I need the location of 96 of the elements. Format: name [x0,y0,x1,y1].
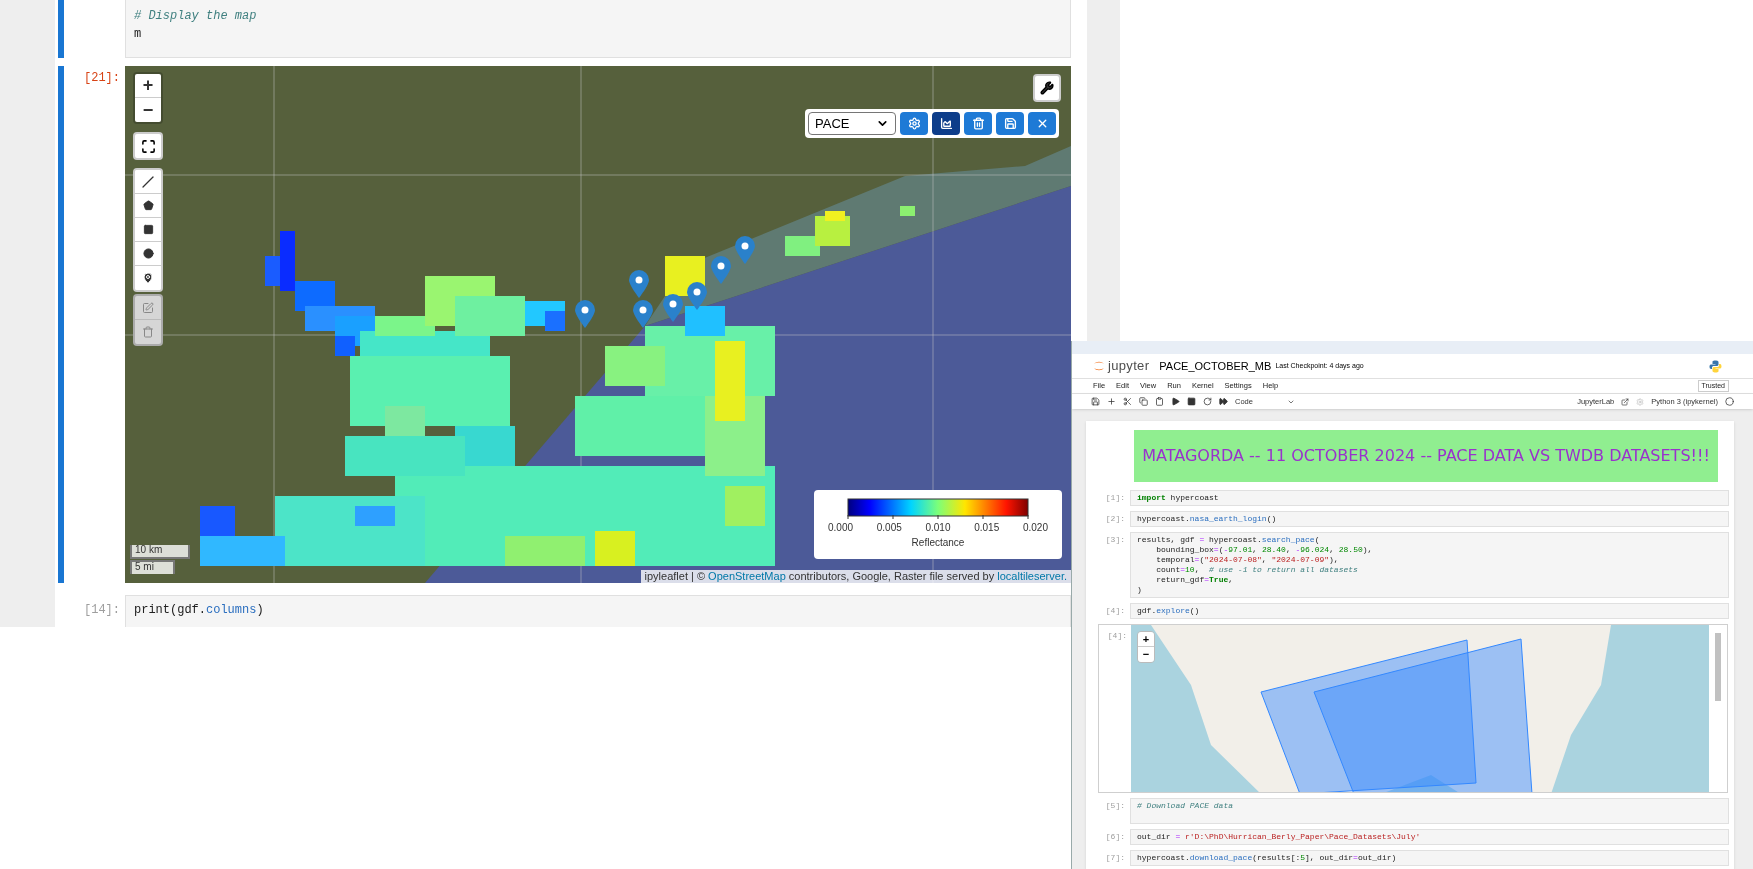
code-line: # Display the map [134,8,257,25]
circle-icon [142,248,154,259]
banner-title: MATAGORDA -- 11 OCTOBER 2024 -- PACE DATA VS TWDB DATASETS!!! [1142,445,1710,467]
toolbar-button[interactable] [1028,112,1056,135]
code-line: gdf.explore() [1137,606,1200,616]
code-cell[interactable]: # Display the map m [125,0,1071,58]
cell-prompt: [2]: [1105,514,1125,525]
toolbar-button[interactable] [900,112,928,135]
code-line: count=10, # use -1 to return all datasets [1155,565,1358,575]
map-attribution: ipyleaflet | © OpenStreetMap contributors, Google, Raster file served by localtileserver. [640,570,1071,583]
cell-prompt: [5]: [1105,801,1125,812]
map-pin-icon[interactable] [633,300,653,328]
code-line: m [134,26,142,43]
cell-prompt: [3]: [1105,535,1125,546]
attribution-link[interactable]: localtileserver. [997,570,1067,582]
map-pin-icon[interactable] [687,282,707,310]
code-cell[interactable]: hypercoast.download_pace(results[:5], out_dir=out_dir) [1130,850,1729,866]
cell-prompt: [7]: [1105,853,1125,864]
edit-icon [142,301,154,314]
legend-tick-label: 0.020 [1022,521,1048,535]
code-cell[interactable]: gdf.explore() [1130,603,1729,619]
map-pin-icon[interactable] [663,294,683,322]
line-icon [142,175,154,188]
marker-icon [142,272,154,284]
map-pin-icon[interactable] [575,300,595,328]
gear-icon [907,117,921,130]
code-line: import hypercoast [1137,493,1219,503]
scale-bar: 5 mi [130,560,175,574]
code-line: print(gdf.columns) [134,602,264,619]
trash-icon [971,117,985,130]
code-cell[interactable]: import hypercoast [1130,490,1729,506]
square-icon [142,224,154,235]
zoom-in-button[interactable]: + [1138,632,1154,647]
code-line: results, gdf = hypercoast.search_pace( [1137,535,1320,545]
legend-tick-label: 0.000 [828,521,854,535]
trash-icon [142,326,154,338]
save-icon[interactable] [1091,397,1100,406]
code-line: return_gdf=True, [1155,575,1234,585]
wrench-button[interactable] [1033,74,1061,102]
fullscreen-button[interactable] [133,132,163,160]
map-pin-icon[interactable] [629,270,649,298]
save-icon [1003,117,1017,130]
raster-patch [900,206,915,216]
gear-icon [1636,397,1645,406]
code-line: out_dir = r'D:\PhD\Hurrican_Berly_Paper\Pace_Datasets\July' [1137,832,1421,842]
scale-bar: 10 km [130,545,190,559]
fullscreen-icon [140,138,156,154]
zoom-out-button[interactable]: − [135,98,161,122]
play-icon[interactable] [1171,397,1180,406]
code-cell[interactable]: hypercoast.nasa_earth_login() [1130,511,1729,527]
pentagon-icon [142,200,154,211]
layer-select[interactable]: PACE [808,112,896,135]
code-cell[interactable]: # Download PACE data [1130,798,1729,824]
code-cell[interactable]: out_dir = r'D:\PhD\Hurrican_Berly_Paper\Pace_Datasets\July' [1130,829,1729,845]
external-link-icon [1621,397,1630,406]
zoom-in-button[interactable]: + [135,74,161,98]
logo-text: jupyter [1108,357,1150,376]
plus-icon[interactable] [1107,397,1116,406]
cell-prompt: [1]: [1105,493,1125,504]
jupyter-logo-icon [1093,359,1105,373]
map-pin-icon[interactable] [711,256,731,284]
cell-prompt: [4]: [1107,630,1127,642]
scissors-icon[interactable] [1123,397,1132,406]
attribution-link[interactable]: OpenStreetMap [708,570,786,582]
copy-icon[interactable] [1139,397,1148,406]
cell-prompt: [4]: [1105,606,1125,617]
legend-tick-label: 0.005 [876,521,902,535]
code-cell[interactable]: print(gdf.columns) [125,595,1071,627]
scrollbar-thumb[interactable] [1715,633,1721,701]
area-chart-icon [939,117,953,130]
code-line: bounding_box=(-97.01, 28.40, -96.024, 28.50), [1155,545,1373,555]
toolbar-button[interactable] [932,112,960,135]
python-logo-icon [1709,359,1722,373]
fast-forward-icon[interactable] [1219,397,1228,406]
code-cell[interactable]: results, gdf = hypercoast.search_pace( bounding_box=(-97.01, 28.40, -96.024, 28.50), temporal=("2024-07-08", "2024-07-09"), count=10, # use -1 to return all datasets return_gdf=True, ) [1130,532,1729,598]
code-line: temporal=("2024-07-08", "2024-07-09"), [1155,555,1339,565]
toolbar-button[interactable] [996,112,1024,135]
code-line: hypercoast.download_pace(results[:5], out_dir=out_dir) [1137,853,1397,863]
code-line: # Download PACE data [1137,801,1233,811]
zoom-out-button[interactable]: − [1138,647,1154,662]
legend-tick-label: 0.015 [974,521,1000,535]
restart-icon[interactable] [1203,397,1212,406]
cell-prompt: [14]: [84,602,120,619]
notebook-name[interactable]: PACE_OCTOBER_MB [1159,357,1272,375]
output-prompt: [21]: [84,70,120,87]
clipboard-icon[interactable] [1155,397,1164,406]
kernel-status-icon [1725,397,1734,406]
code-line: ) [1137,585,1142,595]
code-line: hypercoast.nasa_earth_login() [1137,514,1277,524]
cell-prompt: [6]: [1105,832,1125,843]
toolbar-button[interactable] [964,112,992,135]
wrench-icon [1040,81,1054,95]
legend-label: Reflectance [911,536,965,550]
map-pin-icon[interactable] [735,236,755,264]
legend-tick-label: 0.010 [925,521,951,535]
stop-icon[interactable] [1187,397,1196,406]
